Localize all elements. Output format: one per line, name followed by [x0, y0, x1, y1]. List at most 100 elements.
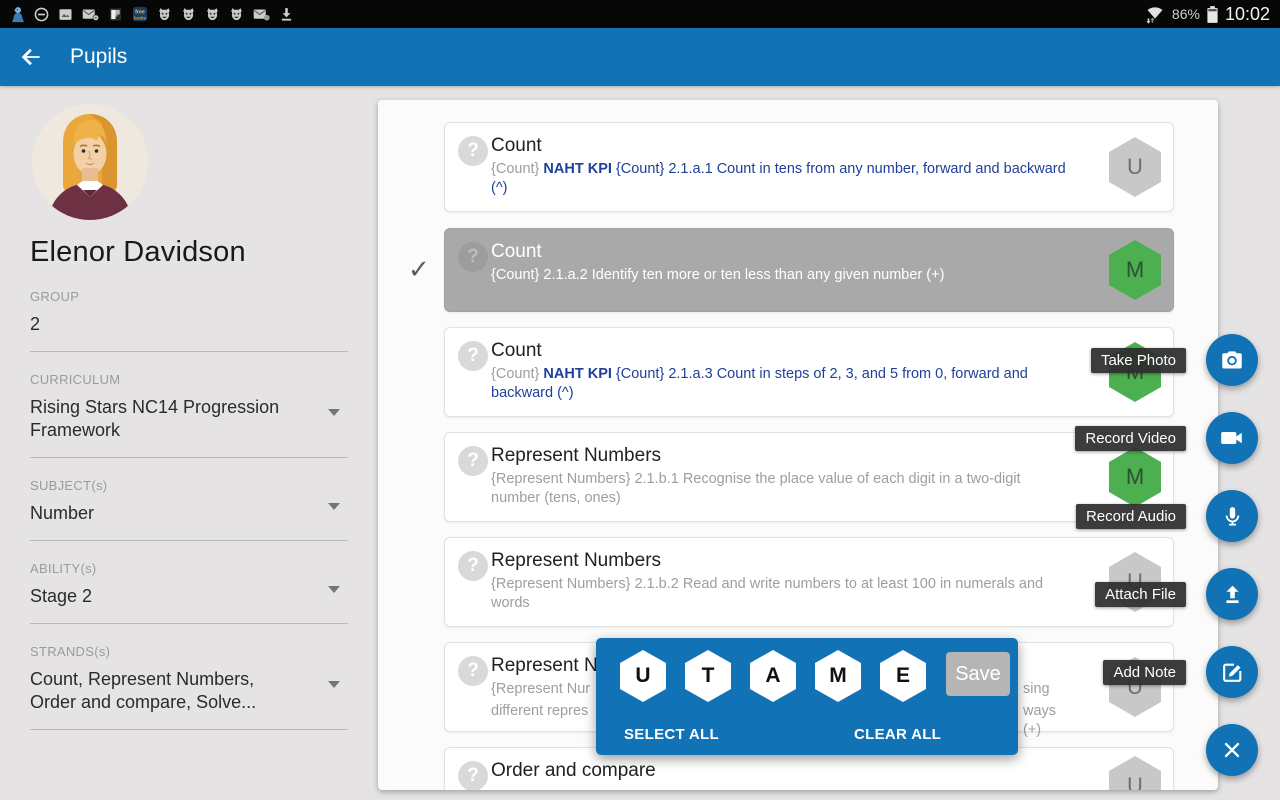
save-button[interactable]: Save	[946, 652, 1010, 696]
download-icon	[278, 6, 295, 23]
select-all-button[interactable]: SELECT ALL	[624, 726, 719, 743]
status-clock: 10:02	[1224, 3, 1270, 24]
back-button[interactable]	[0, 28, 62, 86]
fab-microphone[interactable]	[1206, 490, 1258, 542]
field-label: GROUP	[30, 289, 80, 304]
fab-note[interactable]	[1206, 646, 1258, 698]
help-icon[interactable]: ?	[458, 551, 488, 581]
description-segment: NAHT KPI	[543, 161, 616, 177]
field-label: ABILITY(s)	[30, 561, 97, 576]
objective-title: Represent Numbers	[491, 550, 662, 571]
objective-card[interactable]: ? Count {Count} 2.1.a.2 Identify ten more …	[444, 228, 1174, 312]
pupil-name: Elenor Davidson	[30, 236, 246, 268]
assessment-badge[interactable]: U	[1109, 137, 1161, 197]
description-fragment: different repres	[491, 703, 589, 719]
fab-close[interactable]	[1206, 724, 1258, 776]
battery-icon	[1206, 5, 1219, 24]
help-icon[interactable]: ?	[458, 446, 488, 476]
objective-card[interactable]: ? Represent Numbers {Represent Numbers} 2.…	[444, 537, 1174, 627]
fab-label: Add Note	[1103, 660, 1186, 685]
objective-title: Count	[491, 241, 542, 262]
description-segment: {Represent Numbers} 2.1.b.2 Read and wri…	[491, 576, 1044, 611]
selected-check-icon: ✓	[408, 254, 430, 284]
email-settings-icon	[81, 6, 100, 23]
battery-percent: 86%	[1171, 6, 1200, 22]
wifi-icon	[1144, 4, 1166, 24]
description-segment: {Count}	[491, 366, 544, 382]
field-value: Stage 2	[30, 586, 93, 606]
pupil-avatar	[30, 102, 150, 222]
filter-field-group: GROUP 2	[30, 269, 348, 352]
status-bar: free books 86% 10:02	[0, 0, 1280, 28]
screen: free books 86% 10:02 Pupils Elenor Davids…	[0, 0, 1280, 800]
filter-field-curriculum[interactable]: CURRICULUM Rising Stars NC14 Progression …	[30, 352, 348, 458]
assessment-options: UTAME	[620, 650, 926, 702]
assessment-badge[interactable]: M	[1109, 240, 1161, 300]
gremlin-icon	[204, 6, 221, 23]
gremlin-icon	[228, 6, 245, 23]
app-bar: Pupils	[0, 28, 1280, 86]
help-icon[interactable]: ?	[458, 242, 488, 272]
filter-field-strandss[interactable]: STRANDS(s) Count, Represent Numbers, Orde…	[30, 624, 348, 730]
field-value: Rising Stars NC14 Progression Framework	[30, 397, 280, 440]
filter-field-subjects[interactable]: SUBJECT(s) Number	[30, 458, 348, 541]
fab-label: Record Video	[1075, 426, 1186, 451]
objective-title: Represent Numbers	[491, 445, 662, 466]
description-segment: NAHT KPI	[543, 366, 616, 382]
field-label: STRANDS(s)	[30, 644, 111, 659]
fab-label: Take Photo	[1090, 348, 1186, 373]
description-segment: {Count}	[491, 161, 544, 177]
dropdown-arrow-icon	[328, 680, 340, 688]
freebooks-icon: free books	[131, 5, 149, 23]
objective-card[interactable]: ? Represent Numbers {Represent Numbers} 2.…	[444, 432, 1174, 522]
objective-title: Count	[491, 135, 542, 156]
fab-label: Attach File	[1095, 582, 1186, 607]
description-segment: {Count} 2.1.a.2 Identify ten more or ten…	[491, 267, 945, 283]
help-icon[interactable]: ?	[458, 341, 488, 371]
description-fragment: ways (+)	[1023, 703, 1057, 738]
field-label: SUBJECT(s)	[30, 478, 108, 493]
notification-icons: free books	[10, 5, 295, 24]
gremlin-icon	[156, 6, 173, 23]
objective-card[interactable]: ? Count {Count} NAHT KPI {Count} 2.1.a.3 C…	[444, 327, 1174, 417]
assessment-badge[interactable]: M	[1109, 447, 1161, 507]
pupil-sidebar: Elenor Davidson GROUP 2 CURRICULUM Rising S…	[0, 86, 378, 800]
status-right: 86% 10:02	[1144, 4, 1270, 25]
fab-upload[interactable]	[1206, 568, 1258, 620]
objective-description: {Represent Numbers} 2.1.b.2 Read and wri…	[491, 575, 1069, 613]
fab-camera[interactable]	[1206, 334, 1258, 386]
objective-description: {Count} NAHT KPI {Count} 2.1.a.1 Count i…	[491, 160, 1069, 198]
help-icon[interactable]: ?	[458, 761, 488, 790]
assessment-popup: UTAME Save SELECT ALL CLEAR ALL	[596, 638, 1018, 755]
objective-description: {Count} 2.1.a.2 Identify ten more or ten…	[491, 266, 1069, 285]
dropdown-arrow-icon	[328, 503, 340, 510]
assessment-badge[interactable]: U	[1109, 756, 1161, 790]
fab-video-camera[interactable]	[1206, 412, 1258, 464]
assessment-option-m[interactable]: M	[815, 650, 861, 702]
help-icon[interactable]: ?	[458, 136, 488, 166]
do-not-disturb-icon	[33, 6, 50, 23]
dropdown-arrow-icon	[328, 586, 340, 593]
description-fragment: {Represent Nur	[491, 681, 591, 697]
description-fragment: sing	[1023, 681, 1050, 697]
objective-title: Order and compare	[491, 760, 656, 781]
field-label: CURRICULUM	[30, 372, 121, 387]
dropdown-arrow-icon	[328, 408, 340, 416]
description-segment: {Represent Numbers} 2.1.b.1 Recognise th…	[491, 471, 1021, 506]
help-icon[interactable]: ?	[458, 656, 488, 686]
objective-description: {Represent Numbers} 2.1.b.1 Recognise th…	[491, 470, 1069, 508]
assessment-option-e[interactable]: E	[880, 650, 926, 702]
objective-card[interactable]: ? Count {Count} NAHT KPI {Count} 2.1.a.1 C…	[444, 122, 1174, 212]
svg-text:books: books	[134, 15, 147, 20]
gremlin-icon	[180, 6, 197, 23]
email-sync-icon	[252, 6, 271, 23]
filter-field-abilitys[interactable]: ABILITY(s) Stage 2	[30, 541, 348, 624]
objective-title: Count	[491, 340, 542, 361]
clear-all-button[interactable]: CLEAR ALL	[854, 726, 941, 743]
bird-icon	[10, 5, 26, 24]
page-title: Pupils	[70, 45, 128, 68]
field-value: Count, Represent Numbers, Order and comp…	[30, 669, 257, 712]
assessment-option-t[interactable]: T	[685, 650, 731, 702]
assessment-option-a[interactable]: A	[750, 650, 796, 702]
assessment-option-u[interactable]: U	[620, 650, 666, 702]
